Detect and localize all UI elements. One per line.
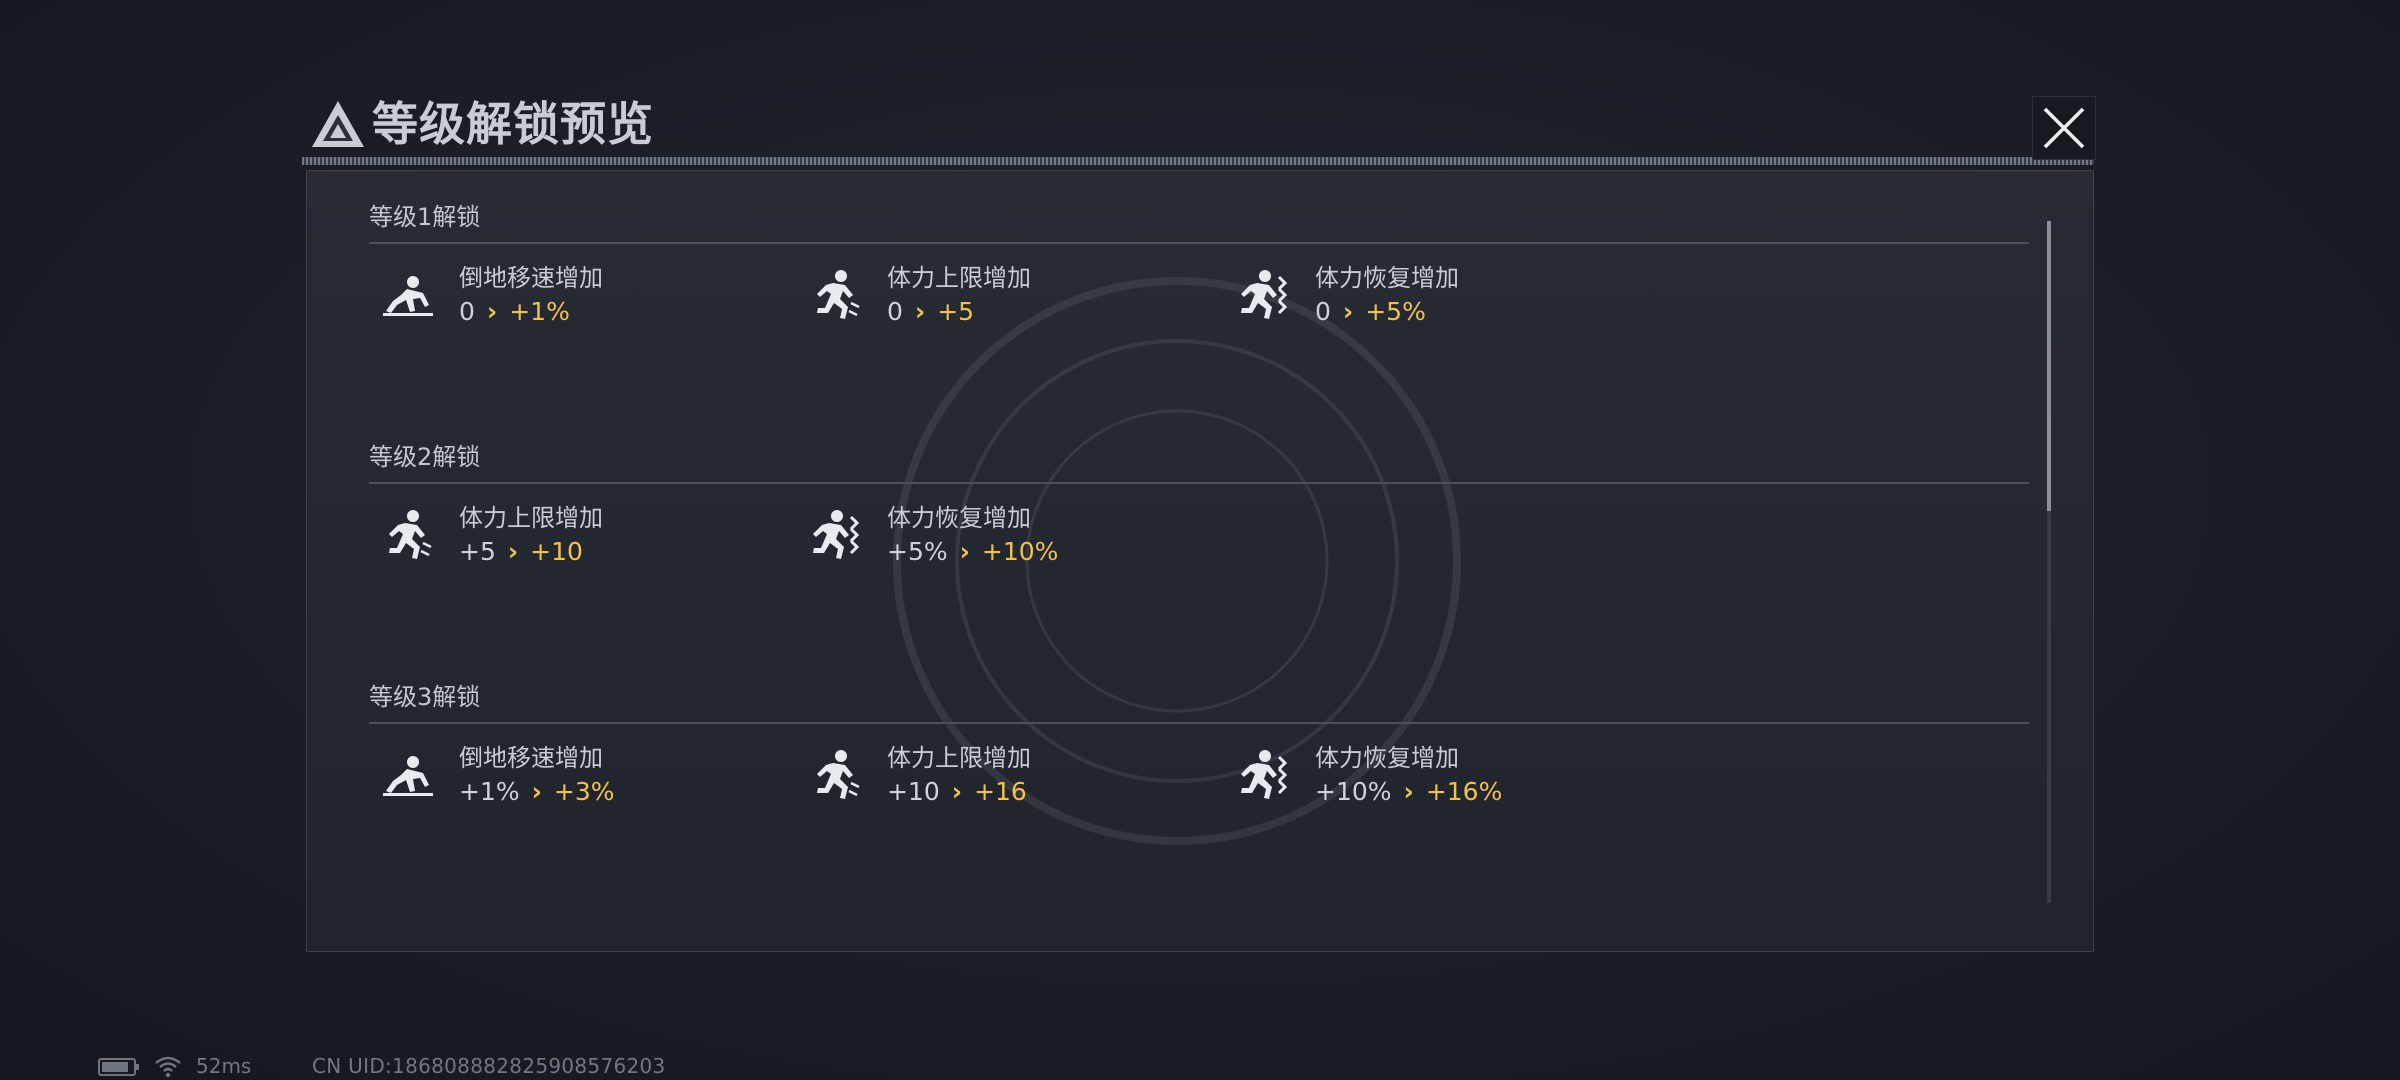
perk-values: +1% › +3% xyxy=(459,777,615,807)
crawl-icon xyxy=(379,267,437,325)
unlock-list[interactable]: 等级1解锁 倒地移速增加 0 › +1% 体力上限增加 0 › +5 体力恢复增加 0 › +5% 等级2… xyxy=(369,201,2029,921)
perk-values: +5% › +10% xyxy=(887,537,1058,567)
perk-name: 倒地移速增加 xyxy=(459,264,603,292)
sprint-icon xyxy=(379,507,437,565)
perk-value-next: +5% xyxy=(1365,297,1426,326)
dialog-title: 等级解锁预览 xyxy=(372,97,654,151)
perk-item: 体力上限增加 0 › +5 xyxy=(797,259,1197,339)
triangle-emblem-icon xyxy=(312,101,364,147)
perk-name: 体力恢复增加 xyxy=(1315,744,1459,772)
perk-value-next: +1% xyxy=(509,297,570,326)
perk-item: 体力恢复增加 +10% › +16% xyxy=(1225,739,1625,819)
perk-item: 体力上限增加 +10 › +16 xyxy=(797,739,1197,819)
battery-icon xyxy=(98,1058,139,1076)
perk-name: 体力上限增加 xyxy=(459,504,603,532)
sprint-icon xyxy=(807,267,865,325)
sprint-icon xyxy=(807,747,865,805)
perk-values: +10% › +16% xyxy=(1315,777,1502,807)
chevron-right-icon: › xyxy=(914,297,926,326)
perk-name: 倒地移速增加 xyxy=(459,744,603,772)
section-divider xyxy=(369,722,2029,724)
perk-value-current: +5 xyxy=(459,537,496,566)
perk-item: 倒地移速增加 +1% › +3% xyxy=(369,739,769,819)
perk-values: +5 › +10 xyxy=(459,537,583,567)
chevron-right-icon: › xyxy=(531,777,542,806)
crawl-icon xyxy=(379,747,437,805)
chevron-right-icon: › xyxy=(1342,297,1354,326)
chevron-right-icon: › xyxy=(959,537,970,566)
unlock-section: 等级1解锁倒地移速增加 0 › +1% 体力上限增加 0 › +5 体力恢复增加 0 › +5% xyxy=(369,201,2029,441)
section-title: 等级3解锁 xyxy=(369,683,481,711)
perk-value-next: +16 xyxy=(974,777,1027,806)
wifi-icon xyxy=(155,1056,181,1078)
section-title: 等级2解锁 xyxy=(369,443,481,471)
close-button[interactable] xyxy=(2032,96,2096,160)
sprint-recovery-icon xyxy=(807,507,865,565)
ping-readout: 52ms xyxy=(196,1054,252,1078)
perk-item: 体力恢复增加 +5% › +10% xyxy=(797,499,1197,579)
perk-values: 0 › +1% xyxy=(459,297,570,327)
chevron-right-icon: › xyxy=(507,537,519,566)
section-divider xyxy=(369,242,2029,244)
perk-value-next: +10% xyxy=(981,537,1059,566)
perk-name: 体力上限增加 xyxy=(887,744,1031,772)
perk-values: 0 › +5 xyxy=(887,297,974,327)
perk-value-current: +5% xyxy=(887,537,948,566)
perk-name: 体力上限增加 xyxy=(887,264,1031,292)
perk-value-current: +10% xyxy=(1315,777,1392,806)
perk-value-next: +5 xyxy=(937,297,975,326)
perk-value-current: +1% xyxy=(459,777,520,806)
unlock-section: 等级2解锁体力上限增加 +5 › +10 体力恢复增加 +5% › +10% xyxy=(369,441,2029,681)
perk-value-next: +10 xyxy=(530,537,583,566)
section-divider xyxy=(369,482,2029,484)
chevron-right-icon: › xyxy=(1403,777,1414,806)
perk-item: 体力上限增加 +5 › +10 xyxy=(369,499,769,579)
close-x-icon xyxy=(2043,107,2085,149)
perk-values: +10 › +16 xyxy=(887,777,1027,807)
unlock-section: 等级3解锁倒地移速增加 +1% › +3% 体力上限增加 +10 › +16 体力恢复增加 +10… xyxy=(369,681,2029,921)
perk-value-current: 0 xyxy=(459,297,475,326)
perk-value-current: 0 xyxy=(887,297,903,326)
perk-value-current: 0 xyxy=(1315,297,1331,326)
perk-value-next: +3% xyxy=(553,777,615,806)
section-title: 等级1解锁 xyxy=(369,203,481,231)
header-divider xyxy=(302,157,2094,165)
perk-name: 体力恢复增加 xyxy=(887,504,1031,532)
unlock-preview-panel: 等级1解锁 倒地移速增加 0 › +1% 体力上限增加 0 › +5 体力恢复增加 0 › +5% 等级2… xyxy=(306,170,2094,952)
chevron-right-icon: › xyxy=(951,777,963,806)
user-uid: CN UID:186808882825908576203 xyxy=(312,1054,666,1078)
perk-name: 体力恢复增加 xyxy=(1315,264,1459,292)
scrollbar-thumb[interactable] xyxy=(2047,221,2051,511)
perk-item: 倒地移速增加 0 › +1% xyxy=(369,259,769,339)
sprint-recovery-icon xyxy=(1235,267,1293,325)
perk-item: 体力恢复增加 0 › +5% xyxy=(1225,259,1625,339)
chevron-right-icon: › xyxy=(486,297,498,326)
perk-value-next: +16% xyxy=(1425,777,1503,806)
sprint-recovery-icon xyxy=(1235,747,1293,805)
perk-value-current: +10 xyxy=(887,777,940,806)
perk-values: 0 › +5% xyxy=(1315,297,1426,327)
